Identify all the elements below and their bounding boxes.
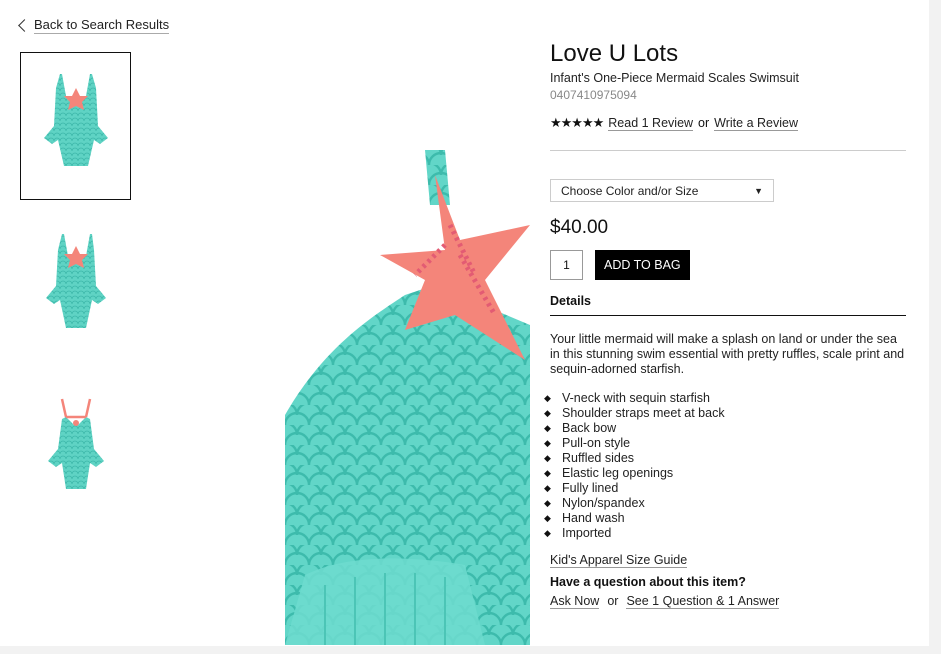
list-item: Ruffled sides	[544, 451, 906, 466]
quantity-input[interactable]: 1	[550, 250, 583, 280]
back-to-search-link[interactable]: Back to Search Results	[18, 17, 170, 34]
list-item: Nylon/spandex	[544, 496, 906, 511]
buy-row: 1 ADD TO BAG	[550, 250, 906, 280]
product-info-panel: Love U Lots Infant's One-Piece Mermaid S…	[544, 40, 906, 609]
back-label: Back to Search Results	[34, 17, 170, 34]
ask-row: Ask Now or See 1 Question & 1 Answer	[550, 594, 906, 609]
product-description: Your little mermaid will make a splash o…	[550, 332, 905, 376]
product-price: $40.00	[550, 217, 609, 238]
list-item: Elastic leg openings	[544, 466, 906, 481]
color-size-select[interactable]: Choose Color and/or Size ▼	[550, 179, 774, 202]
list-item: Pull-on style	[544, 436, 906, 451]
divider	[550, 150, 906, 151]
product-name: Infant's One-Piece Mermaid Scales Swimsu…	[550, 71, 800, 85]
swimsuit-thumbnail-image	[47, 398, 104, 489]
see-answers-link[interactable]: See 1 Question & 1 Answer	[626, 594, 780, 609]
add-to-bag-button[interactable]: ADD TO BAG	[595, 250, 690, 280]
list-item: Fully lined	[544, 481, 906, 496]
details-heading: Details	[550, 294, 906, 316]
review-or-text: or	[698, 116, 710, 130]
swimsuit-thumbnail-image	[45, 234, 106, 328]
swimsuit-thumbnail-image	[43, 74, 108, 166]
list-item: Back bow	[544, 421, 906, 436]
ask-now-link[interactable]: Ask Now	[550, 594, 600, 609]
product-brand: Love U Lots	[550, 40, 679, 67]
size-guide-link[interactable]: Kid's Apparel Size Guide	[550, 553, 688, 568]
caret-down-icon: ▼	[754, 185, 763, 196]
product-sku: 0407410975094	[550, 88, 637, 102]
star-rating-icon: ★★★★★	[550, 115, 604, 130]
list-item: Imported	[544, 526, 906, 541]
thumbnail-back[interactable]	[20, 375, 131, 523]
question-heading: Have a question about this item?	[550, 575, 746, 589]
chevron-left-icon	[18, 18, 31, 32]
read-review-link[interactable]: Read 1 Review	[608, 116, 694, 131]
list-item: Shoulder straps meet at back	[544, 406, 906, 421]
thumbnail-front[interactable]	[20, 52, 131, 200]
swimsuit-image	[285, 150, 530, 645]
review-row: ★★★★★ Read 1 Review or Write a Review	[550, 115, 906, 131]
feature-list: V-neck with sequin starfish Shoulder str…	[544, 391, 906, 541]
list-item: Hand wash	[544, 511, 906, 526]
list-item: V-neck with sequin starfish	[544, 391, 906, 406]
ask-or-text: or	[607, 594, 619, 608]
write-review-link[interactable]: Write a Review	[714, 116, 798, 131]
select-placeholder: Choose Color and/or Size	[561, 183, 699, 198]
main-product-image	[285, 145, 530, 645]
thumbnail-side[interactable]	[20, 210, 131, 358]
